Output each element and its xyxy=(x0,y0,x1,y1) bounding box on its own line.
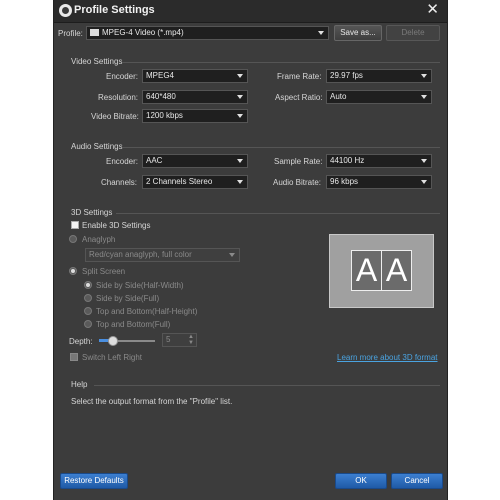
sample-rate-label: Sample Rate: xyxy=(274,157,323,166)
tb-full-radio[interactable] xyxy=(84,320,92,328)
delete-button[interactable]: Delete xyxy=(386,25,440,41)
frame-rate-select[interactable]: 29.97 fps xyxy=(326,69,432,83)
enable-3d-label: Enable 3D Settings xyxy=(82,221,151,230)
tb-full-label: Top and Bottom(Full) xyxy=(96,320,171,329)
resolution-value: 640*480 xyxy=(146,92,176,101)
3d-settings-heading: 3D Settings xyxy=(71,208,113,217)
sbs-full-label: Side by Side(Full) xyxy=(96,294,160,303)
divider xyxy=(94,385,440,386)
aspect-ratio-select[interactable]: Auto xyxy=(326,90,432,104)
video-settings-heading: Video Settings xyxy=(71,57,123,66)
audio-bitrate-select[interactable]: 96 kbps xyxy=(326,175,432,189)
save-as-button[interactable]: Save as... xyxy=(334,25,382,41)
split-screen-label: Split Screen xyxy=(82,267,126,276)
chevron-down-icon xyxy=(421,159,427,163)
chevron-down-icon xyxy=(237,95,243,99)
switch-left-right-checkbox[interactable] xyxy=(70,353,78,361)
switch-left-right-label: Switch Left Right xyxy=(82,353,143,362)
cancel-button[interactable]: Cancel xyxy=(391,473,443,489)
sbs-half-label: Side by Side(Half-Width) xyxy=(96,281,184,290)
preview-left-glyph: A xyxy=(351,250,382,291)
chevron-down-icon xyxy=(421,180,427,184)
depth-label: Depth: xyxy=(69,337,93,346)
aspect-ratio-value: Auto xyxy=(330,92,347,101)
chevron-down-icon xyxy=(318,31,324,35)
chevron-down-icon xyxy=(237,180,243,184)
chevron-down-icon xyxy=(237,74,243,78)
ok-button[interactable]: OK xyxy=(335,473,387,489)
resolution-label: Resolution: xyxy=(98,93,139,102)
frame-rate-label: Frame Rate: xyxy=(277,72,322,81)
3d-preview: A A xyxy=(329,234,434,308)
mp4-format-icon xyxy=(90,29,99,36)
anaglyph-mode-select[interactable]: Red/cyan anaglyph, full color xyxy=(85,248,240,262)
sbs-half-radio[interactable] xyxy=(84,281,92,289)
frame-rate-value: 29.97 fps xyxy=(330,71,363,80)
app-logo-icon xyxy=(59,4,72,17)
profile-select[interactable]: MPEG-4 Video (*.mp4) xyxy=(86,26,329,40)
title-bar: Profile Settings ✕ xyxy=(54,0,447,23)
divider xyxy=(122,147,440,148)
sample-rate-select[interactable]: 44100 Hz xyxy=(326,154,432,168)
resolution-select[interactable]: 640*480 xyxy=(142,90,248,104)
divider xyxy=(122,62,440,63)
enable-3d-checkbox[interactable] xyxy=(71,221,79,229)
audio-bitrate-label: Audio Bitrate: xyxy=(273,178,322,187)
help-heading: Help xyxy=(71,380,88,389)
window-title: Profile Settings xyxy=(74,4,155,16)
tb-half-label: Top and Bottom(Half-Height) xyxy=(96,307,198,316)
anaglyph-label: Anaglyph xyxy=(82,235,116,244)
channels-value: 2 Channels Stereo xyxy=(146,177,213,186)
chevron-down-icon xyxy=(421,74,427,78)
profile-settings-dialog: Profile Settings ✕ Profile: MPEG-4 Video… xyxy=(53,0,448,500)
video-encoder-label: Encoder: xyxy=(106,72,139,81)
video-bitrate-label: Video Bitrate: xyxy=(91,112,139,121)
stepper-arrows-icon[interactable]: ▲ ▼ xyxy=(188,334,194,346)
chevron-down-icon xyxy=(237,114,243,118)
chevron-down-icon xyxy=(237,159,243,163)
audio-settings-heading: Audio Settings xyxy=(71,142,123,151)
depth-slider-handle[interactable] xyxy=(108,336,118,346)
video-bitrate-value: 1200 kbps xyxy=(146,111,183,120)
video-encoder-select[interactable]: MPEG4 xyxy=(142,69,248,83)
audio-bitrate-value: 96 kbps xyxy=(330,177,359,186)
anaglyph-radio[interactable] xyxy=(69,235,77,243)
depth-stepper-value: 5 xyxy=(166,335,171,344)
sbs-full-radio[interactable] xyxy=(84,294,92,302)
channels-label: Channels: xyxy=(101,178,138,187)
restore-defaults-button[interactable]: Restore Defaults xyxy=(60,473,128,489)
profile-select-value: MPEG-4 Video (*.mp4) xyxy=(102,28,184,37)
profile-label: Profile: xyxy=(58,29,83,38)
sample-rate-value: 44100 Hz xyxy=(330,156,365,165)
split-screen-radio[interactable] xyxy=(69,267,77,275)
tb-half-radio[interactable] xyxy=(84,307,92,315)
anaglyph-mode-value: Red/cyan anaglyph, full color xyxy=(89,250,192,259)
depth-stepper[interactable]: 5 ▲ ▼ xyxy=(162,333,197,347)
preview-right-glyph: A xyxy=(381,250,412,291)
aspect-ratio-label: Aspect Ratio: xyxy=(275,93,323,102)
channels-select[interactable]: 2 Channels Stereo xyxy=(142,175,248,189)
video-encoder-value: MPEG4 xyxy=(146,71,175,80)
help-text: Select the output format from the "Profi… xyxy=(71,397,233,406)
divider xyxy=(116,213,440,214)
close-icon[interactable]: ✕ xyxy=(426,2,439,18)
audio-encoder-select[interactable]: AAC xyxy=(142,154,248,168)
chevron-down-icon xyxy=(229,253,235,257)
learn-more-3d-link[interactable]: Learn more about 3D format xyxy=(337,353,438,362)
video-bitrate-select[interactable]: 1200 kbps xyxy=(142,109,248,123)
audio-encoder-value: AAC xyxy=(146,156,163,165)
chevron-down-icon xyxy=(421,95,427,99)
audio-encoder-label: Encoder: xyxy=(106,157,139,166)
